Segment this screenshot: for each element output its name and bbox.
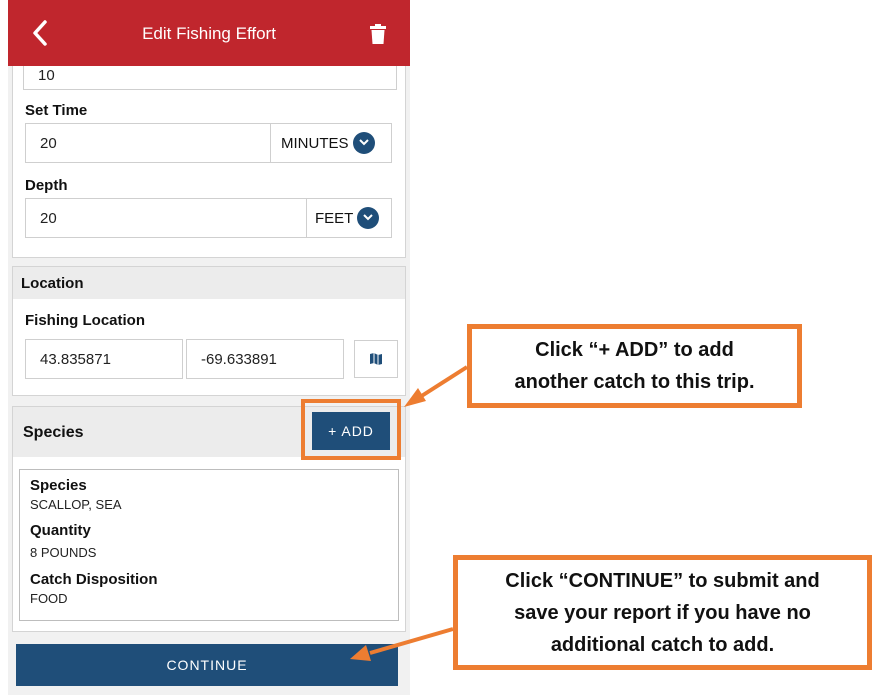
- continue-arrow: [350, 627, 454, 661]
- add-arrow: [404, 365, 469, 407]
- callout-arrows: [350, 365, 469, 661]
